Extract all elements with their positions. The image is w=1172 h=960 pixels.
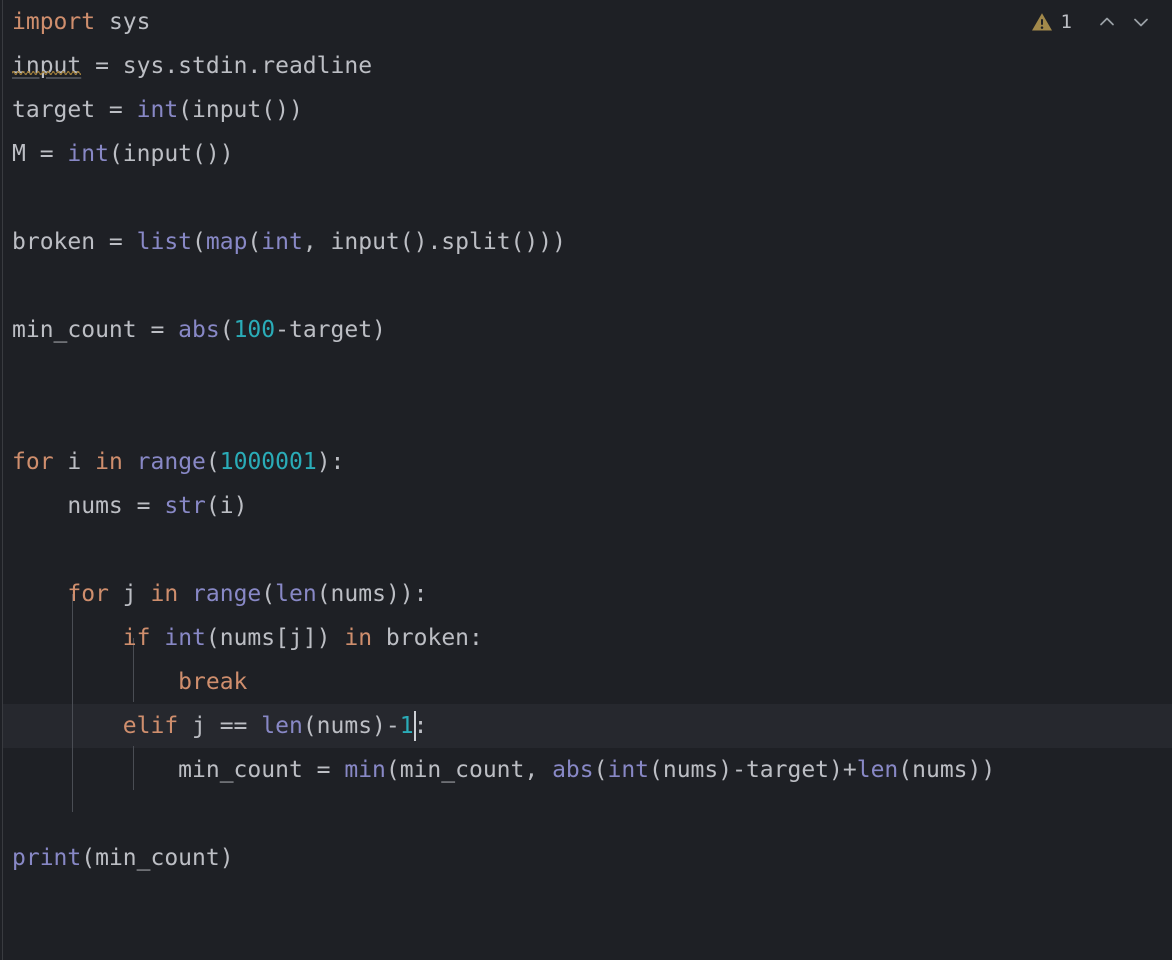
- code-token: (min_count): [81, 845, 234, 871]
- code-token: int: [607, 757, 650, 783]
- code-token: int: [67, 141, 109, 167]
- warning-count: 1: [1060, 11, 1072, 33]
- code-line[interactable]: min_count = abs(100-target): [12, 308, 386, 352]
- code-token: (: [219, 317, 234, 343]
- code-token: (: [247, 229, 262, 255]
- code-token: str: [164, 493, 206, 519]
- code-token: target =: [12, 97, 137, 123]
- warning-underlined-token: input: [12, 53, 82, 79]
- warning-triangle-icon[interactable]: [1029, 9, 1055, 35]
- code-line[interactable]: for i in range(1000001):: [12, 440, 344, 484]
- code-token: len: [261, 713, 303, 739]
- code-token: -target): [275, 317, 386, 343]
- code-token: print: [12, 845, 82, 871]
- code-line[interactable]: min_count = min(min_count, abs(int(nums)…: [12, 748, 995, 792]
- code-token: int: [136, 97, 179, 123]
- code-line[interactable]: input = sys.stdin.readline: [12, 44, 372, 88]
- code-token: in: [150, 581, 179, 607]
- code-token: (nums)): [898, 757, 996, 783]
- chevron-up-icon[interactable]: [1090, 7, 1124, 37]
- code-token: (: [192, 229, 206, 255]
- code-token: (: [593, 757, 608, 783]
- code-token: (i): [205, 493, 248, 519]
- code-token: int: [164, 625, 206, 651]
- code-token: len: [856, 757, 899, 783]
- code-token: = sys.stdin.readline: [81, 53, 373, 79]
- code-token: (nums)-target)+: [649, 757, 857, 783]
- code-token: (nums)-: [302, 713, 400, 739]
- code-token: break: [178, 669, 248, 695]
- code-token: broken =: [12, 229, 137, 255]
- code-token: min_count =: [12, 757, 345, 783]
- code-line[interactable]: target = int(input()): [12, 88, 303, 132]
- code-line[interactable]: broken = list(map(int, input().split())): [12, 220, 566, 264]
- chevron-down-icon[interactable]: [1124, 7, 1158, 37]
- code-token: j: [108, 581, 151, 607]
- code-line[interactable]: import sys: [12, 0, 150, 44]
- code-line[interactable]: elif j == len(nums)-1:: [12, 704, 428, 748]
- code-token: min_count =: [12, 317, 179, 343]
- code-line[interactable]: for j in range(len(nums)):: [12, 572, 427, 616]
- code-token: i: [53, 449, 96, 475]
- code-line[interactable]: nums = str(i): [12, 484, 247, 528]
- code-token: in: [95, 449, 123, 475]
- code-token: for: [67, 581, 109, 607]
- code-token: range: [136, 449, 206, 475]
- text-caret: [414, 711, 416, 741]
- code-token: list: [136, 229, 193, 255]
- code-line[interactable]: if int(nums[j]) in broken:: [12, 616, 483, 660]
- code-token: abs: [178, 317, 220, 343]
- code-token: 1: [399, 713, 414, 739]
- code-line[interactable]: break: [12, 660, 247, 704]
- code-line[interactable]: print(min_count): [12, 836, 234, 880]
- code-token: 100: [233, 317, 276, 343]
- code-token: for: [12, 449, 54, 475]
- code-token: import: [12, 9, 96, 35]
- code-token: elif: [122, 713, 179, 739]
- code-token: in: [344, 625, 373, 651]
- code-token: j ==: [178, 713, 262, 739]
- code-token: 1000001: [219, 449, 317, 475]
- code-token: len: [275, 581, 317, 607]
- code-token: if: [122, 625, 151, 651]
- code-token: (min_count,: [385, 757, 553, 783]
- code-token: (input()): [178, 97, 303, 123]
- code-token: map: [205, 229, 248, 255]
- code-token: M =: [12, 141, 68, 167]
- code-token: (: [205, 449, 220, 475]
- code-token: ):: [316, 449, 345, 475]
- code-token: (nums[j]): [205, 625, 345, 651]
- code-token: (nums)):: [316, 581, 428, 607]
- code-token: min: [344, 757, 386, 783]
- code-token: , input().split())): [302, 229, 566, 255]
- inspection-widget[interactable]: 1: [1029, 0, 1158, 44]
- code-token: (input()): [108, 141, 234, 167]
- code-token: broken:: [372, 625, 483, 651]
- code-token: int: [261, 229, 303, 255]
- code-token: range: [192, 581, 262, 607]
- code-token: (: [261, 581, 276, 607]
- code-editor[interactable]: import sys input = sys.stdin.readline targ…: [0, 0, 1172, 960]
- code-line[interactable]: M = int(input()): [12, 132, 234, 176]
- code-content[interactable]: import sys input = sys.stdin.readline targ…: [0, 0, 1172, 960]
- code-token: abs: [552, 757, 594, 783]
- code-token: nums =: [12, 493, 165, 519]
- code-token: sys: [95, 9, 151, 35]
